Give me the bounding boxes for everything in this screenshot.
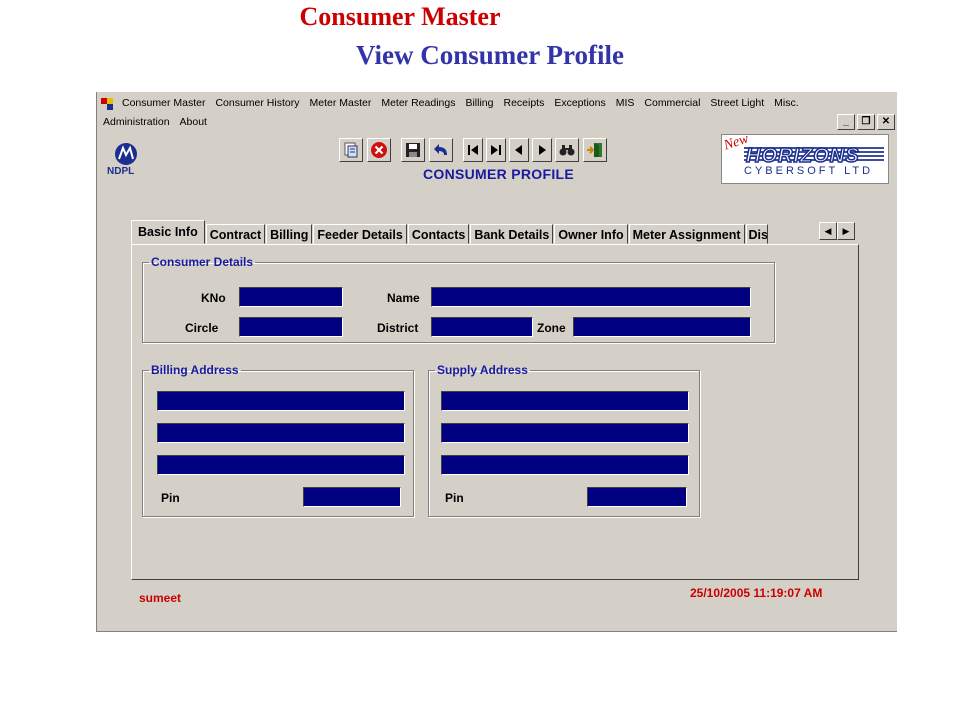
tab-bank-details[interactable]: Bank Details: [470, 224, 554, 244]
circle-label: Circle: [185, 321, 219, 335]
billing-address-line-3[interactable]: [157, 455, 405, 475]
menu-administration[interactable]: Administration: [98, 116, 175, 128]
menu-misc[interactable]: Misc.: [769, 97, 804, 109]
circle-field[interactable]: [239, 317, 343, 337]
menu-row-primary: Consumer Master Consumer History Meter M…: [117, 97, 804, 109]
find-button[interactable]: [555, 138, 579, 162]
billing-address-legend: Billing Address: [151, 363, 239, 377]
tab-scroll-controls: ◀ ▶: [819, 222, 855, 240]
supply-pin-label: Pin: [445, 491, 464, 505]
supply-address-line-3[interactable]: [441, 455, 689, 475]
app-icon: [101, 98, 113, 110]
exit-button[interactable]: [583, 138, 607, 162]
billing-address-line-2[interactable]: [157, 423, 405, 443]
billing-pin-label: Pin: [161, 491, 180, 505]
tab-owner-info[interactable]: Owner Info: [554, 224, 628, 244]
consumer-details-legend: Consumer Details: [151, 255, 254, 269]
horizons-logo: New HORIZONS CYBERSOFT LTD: [721, 132, 889, 184]
close-button[interactable]: ✕: [877, 114, 895, 130]
district-field[interactable]: [431, 317, 533, 337]
menu-consumer-master[interactable]: Consumer Master: [117, 97, 210, 109]
next-record-button[interactable]: [532, 138, 552, 162]
menu-about[interactable]: About: [175, 116, 212, 128]
status-username: sumeet: [139, 591, 182, 605]
save-icon: [406, 143, 420, 157]
billing-pin-field[interactable]: [303, 487, 401, 507]
triangle-right-icon: ▶: [842, 225, 850, 236]
screen-heading: CONSUMER PROFILE: [423, 166, 575, 182]
undo-button[interactable]: [429, 138, 453, 162]
previous-record-button[interactable]: [509, 138, 529, 162]
billing-address-group: Billing Address Pin: [142, 363, 414, 517]
menu-billing[interactable]: Billing: [460, 97, 498, 109]
tab-dis[interactable]: Dis: [745, 224, 768, 244]
slide-title: Consumer Master: [299, 2, 501, 31]
print-button[interactable]: [339, 138, 363, 162]
menu-bar: Consumer Master Consumer History Meter M…: [97, 92, 897, 132]
supply-address-line-2[interactable]: [441, 423, 689, 443]
supply-pin-field[interactable]: [587, 487, 687, 507]
menu-commercial[interactable]: Commercial: [639, 97, 705, 109]
menu-exceptions[interactable]: Exceptions: [549, 97, 610, 109]
supply-address-legend: Supply Address: [437, 363, 528, 377]
previous-record-icon: [515, 145, 522, 155]
logo-sub-text: CYBERSOFT LTD: [744, 165, 874, 177]
menu-row-secondary: Administration About: [98, 116, 212, 128]
name-label: Name: [387, 291, 420, 305]
print-icon: [344, 142, 358, 158]
district-label: District: [377, 321, 419, 335]
zone-field[interactable]: [573, 317, 751, 337]
tab-meter-assignment[interactable]: Meter Assignment: [628, 224, 745, 244]
menu-street-light[interactable]: Street Light: [705, 97, 769, 109]
first-record-button[interactable]: [463, 138, 483, 162]
exit-icon: [587, 143, 602, 157]
find-icon: [559, 145, 575, 156]
name-field[interactable]: [431, 287, 751, 307]
supply-address-line-1[interactable]: [441, 391, 689, 411]
ndpl-logo-text: NDPL: [107, 166, 135, 177]
tab-strip: Basic Info Contract Billing Feeder Detai…: [131, 220, 769, 244]
menu-meter-readings[interactable]: Meter Readings: [376, 97, 460, 109]
next-record-icon: [539, 145, 546, 155]
menu-consumer-history[interactable]: Consumer History: [210, 97, 304, 109]
first-record-icon: [468, 145, 478, 155]
tab-contract[interactable]: Contract: [205, 224, 266, 244]
restore-button[interactable]: ❐: [857, 114, 875, 130]
app-window: Consumer Master Consumer History Meter M…: [96, 92, 897, 632]
triangle-left-icon: ◀: [824, 225, 832, 236]
menu-receipts[interactable]: Receipts: [498, 97, 549, 109]
tab-scroll-right-button[interactable]: ▶: [837, 222, 855, 240]
slide-subtitle: View Consumer Profile: [356, 40, 624, 70]
tab-billing[interactable]: Billing: [266, 224, 313, 244]
cancel-icon: [371, 142, 387, 158]
supply-address-group: Supply Address Pin: [428, 363, 700, 517]
undo-icon: [434, 144, 447, 155]
cancel-button[interactable]: [367, 138, 391, 162]
consumer-details-group: Consumer Details KNo Name Circle Distric…: [142, 255, 775, 343]
window-controls: _ ❐ ✕: [837, 114, 895, 130]
tab-feeder-details[interactable]: Feeder Details: [313, 224, 407, 244]
tab-panel-basic-info: Consumer Details KNo Name Circle Distric…: [131, 244, 859, 580]
menu-meter-master[interactable]: Meter Master: [304, 97, 376, 109]
last-record-button[interactable]: [486, 138, 506, 162]
kno-label: KNo: [201, 291, 226, 305]
tab-basic-info[interactable]: Basic Info: [131, 220, 205, 244]
tab-contacts[interactable]: Contacts: [407, 224, 470, 244]
save-button[interactable]: [401, 138, 425, 162]
status-datetime: 25/10/2005 11:19:07 AM: [690, 586, 823, 600]
zone-label: Zone: [537, 321, 566, 335]
kno-field[interactable]: [239, 287, 343, 307]
last-record-icon: [491, 145, 501, 155]
billing-address-line-1[interactable]: [157, 391, 405, 411]
toolbar: [339, 138, 611, 162]
minimize-button[interactable]: _: [837, 114, 855, 130]
menu-mis[interactable]: MIS: [611, 97, 640, 109]
tab-scroll-left-button[interactable]: ◀: [819, 222, 837, 240]
